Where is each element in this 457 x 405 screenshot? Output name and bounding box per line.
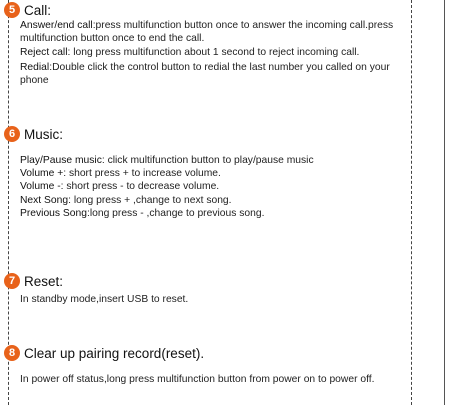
section-title: Music: <box>24 126 64 142</box>
section-heading: 5 Call: <box>4 1 416 19</box>
instruction-text: :Double click the control button to redi… <box>20 61 390 86</box>
instruction-text: : long press multifunction about 1 secon… <box>67 47 360 59</box>
section-heading: 7 Reset: <box>4 272 416 290</box>
page-edge-line <box>444 0 445 405</box>
instruction-next-song: Next Song: long press + ,change to next … <box>20 194 416 207</box>
instruction-label: Reject call <box>20 47 68 59</box>
instruction-text: : long press + ,change to next song. <box>68 194 232 206</box>
instruction-previous-song: Previous Song:long press - ,change to pr… <box>20 207 416 220</box>
instruction-redial: Redial:Double click the control button t… <box>20 61 416 87</box>
section-heading: 8 Clear up pairing record(reset). <box>4 344 416 362</box>
instruction-label: Volume - <box>20 181 61 193</box>
manual-page: 5 Call: Answer/end call:press multifunct… <box>0 0 457 405</box>
instruction-volume-down: Volume -: short press - to decrease volu… <box>20 180 416 193</box>
instruction-play-pause: Play/Pause music: click multifunction bu… <box>20 154 416 167</box>
section-title: Call: <box>24 2 52 18</box>
number-badge: 8 <box>4 345 20 361</box>
instruction-text: : short press + to increase volume. <box>63 168 221 180</box>
number-badge: 6 <box>4 126 20 142</box>
instruction-answer-end: Answer/end call:press multifunction butt… <box>20 19 416 45</box>
section-body: In power off status,long press multifunc… <box>4 373 416 386</box>
instruction-label: Answer/end call <box>20 20 93 31</box>
instruction-label: Volume + <box>20 168 64 180</box>
instruction-label: Redial <box>20 61 50 73</box>
section-body: Answer/end call:press multifunction butt… <box>4 19 416 87</box>
section-clear-pairing: 8 Clear up pairing record(reset). In pow… <box>4 344 416 386</box>
section-body: In standby mode,insert USB to reset. <box>4 293 416 306</box>
number-badge: 5 <box>4 2 20 18</box>
number-badge: 7 <box>4 273 20 289</box>
instruction-text: :long press - ,change to previous song. <box>86 207 265 219</box>
instruction-reject: Reject call: long press multifunction ab… <box>20 46 416 59</box>
section-title: Reset: <box>24 273 64 289</box>
section-music: 6 Music: Play/Pause music: click multifu… <box>4 125 416 220</box>
section-title: Clear up pairing record(reset). <box>24 345 205 361</box>
section-call: 5 Call: Answer/end call:press multifunct… <box>4 1 416 87</box>
instruction-label: Previous Song <box>20 207 87 219</box>
clear-pairing-instruction: In power off status,long press multifunc… <box>20 374 375 385</box>
instruction-volume-up: Volume +: short press + to increase volu… <box>20 167 416 180</box>
instruction-label: Next Song <box>20 194 69 206</box>
instruction-text: : short press - to decrease volume. <box>60 181 220 193</box>
instruction-label: Play/Pause music <box>20 155 102 166</box>
section-heading: 6 Music: <box>4 125 416 143</box>
section-body: Play/Pause music: click multifunction bu… <box>4 154 416 220</box>
instruction-text: : click multifunction button to play/pau… <box>101 155 314 166</box>
reset-instruction: In standby mode,insert USB to reset. <box>20 294 189 305</box>
section-reset: 7 Reset: In standby mode,insert USB to r… <box>4 272 416 306</box>
